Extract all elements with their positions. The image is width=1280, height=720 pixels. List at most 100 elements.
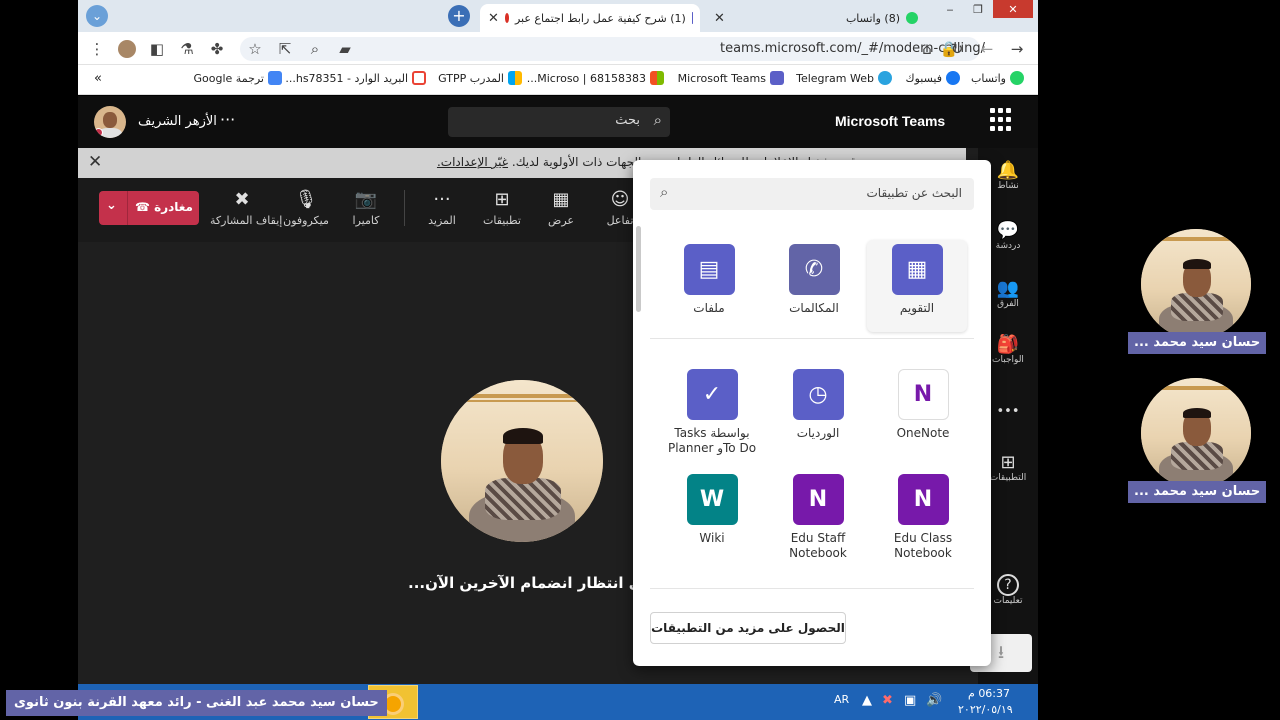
tab-whatsapp[interactable]: (8) واتساب ✕ bbox=[706, 4, 926, 32]
maximize-button[interactable]: ❐ bbox=[964, 0, 992, 18]
bookmark-item[interactable]: واتساب bbox=[971, 71, 1024, 85]
zoom-icon[interactable]: ⌕ bbox=[304, 38, 326, 60]
app-name: التقويم bbox=[899, 301, 935, 315]
bookmark-item[interactable]: Microsoft Teams bbox=[678, 71, 784, 85]
bookmark-item[interactable]: Telegram Web bbox=[796, 71, 892, 85]
app-name: Edu Staff Notebook bbox=[789, 531, 847, 560]
apps-button[interactable]: ⊞ تطبيقات bbox=[470, 188, 534, 227]
notebook-icon: N bbox=[897, 474, 949, 525]
stop-share-icon: ✖ bbox=[234, 189, 250, 210]
app-name: ملفات bbox=[693, 301, 725, 315]
view-button[interactable]: ▦ عرض bbox=[529, 188, 593, 227]
home-icon[interactable]: ⌂ bbox=[916, 38, 938, 60]
divider bbox=[650, 588, 974, 589]
app-edu-staff-notebook[interactable]: N Edu Staff Notebook bbox=[768, 474, 868, 561]
close-icon[interactable]: ✕ bbox=[88, 152, 102, 172]
status-badge bbox=[94, 128, 103, 137]
browser-menu-icon[interactable]: ⋮ bbox=[86, 38, 108, 60]
tray-display-icon[interactable]: ▣ bbox=[904, 693, 916, 708]
close-tab-icon[interactable]: ✕ bbox=[488, 11, 499, 26]
microsoft-icon bbox=[508, 71, 522, 85]
clock-date[interactable]: ٢٠٢٢/٠٥/١٩ bbox=[958, 703, 1013, 716]
bookmark-item[interactable]: المدرب GTPP bbox=[438, 71, 522, 85]
teams-header: الأزهر الشريف ··· بحث ⌕ Microsoft Teams bbox=[78, 96, 1038, 148]
app-wiki[interactable]: W Wiki bbox=[662, 474, 762, 546]
new-tab-button[interactable]: + bbox=[448, 5, 470, 27]
app-tasks[interactable]: ✓ Tasks بواسطة Planner وTo Do bbox=[662, 369, 762, 456]
bookmark-star-icon[interactable]: ☆ bbox=[244, 38, 266, 60]
input-language[interactable]: AR bbox=[834, 693, 849, 706]
app-launcher-icon[interactable] bbox=[990, 108, 1014, 132]
tray-arrow-icon[interactable]: ▲ bbox=[862, 693, 872, 708]
scrollbar[interactable] bbox=[636, 226, 641, 312]
back-icon[interactable]: → bbox=[1006, 38, 1028, 60]
app-name: Edu Class Notebook bbox=[893, 531, 953, 560]
app-files[interactable]: ▤ ملفات bbox=[659, 244, 759, 316]
facebook-icon bbox=[946, 71, 960, 85]
avatar[interactable] bbox=[94, 106, 126, 138]
more-options-icon[interactable]: ··· bbox=[220, 110, 235, 129]
tab-teams-active[interactable]: (1) شرح كيفية عمل رابط اجتماع عبر ✕ bbox=[480, 4, 700, 32]
apps-icon: ⊞ bbox=[494, 189, 510, 210]
cast-icon[interactable]: ▰ bbox=[334, 38, 356, 60]
apps-search-input[interactable]: ⌕ البحث عن تطبيقات bbox=[650, 178, 974, 210]
browser-tab-bar: ⌄ + (1) شرح كيفية عمل رابط اجتماع عبر ✕ … bbox=[78, 0, 1038, 32]
extensions-icon[interactable]: ✤ bbox=[206, 38, 228, 60]
stop-sharing-button[interactable]: ✖ إيقاف المشاركة bbox=[210, 188, 282, 227]
sidebar-icon[interactable]: ◧ bbox=[146, 38, 168, 60]
tray-volume-icon[interactable]: 🔊 bbox=[926, 693, 942, 708]
settings-link[interactable]: غيّر الإعدادات. bbox=[437, 155, 508, 169]
camera-off-icon: 📷 bbox=[354, 189, 378, 210]
search-label: بحث bbox=[615, 113, 640, 128]
chevron-down-icon[interactable]: ⌄ bbox=[106, 198, 117, 213]
app-onenote[interactable]: N OneNote bbox=[873, 369, 973, 441]
search-input[interactable]: بحث ⌕ bbox=[448, 107, 670, 137]
share-icon[interactable]: ⇱ bbox=[274, 38, 296, 60]
bookmarks-overflow[interactable]: » bbox=[94, 71, 102, 86]
tray-network-icon[interactable]: ✖ bbox=[882, 693, 893, 708]
onenote-icon: N bbox=[897, 369, 949, 420]
omnibox[interactable]: ☆ ⇱ ⌕ ▰ teams.microsoft.com/_#/modern-ca… bbox=[240, 37, 985, 61]
bookmark-item[interactable]: البريد الوارد - hs78351... bbox=[285, 71, 426, 85]
bookmark-item[interactable]: فيسبوك bbox=[906, 71, 960, 85]
bookmark-item[interactable]: 68158383 | Microso... bbox=[527, 71, 664, 85]
leave-label: مغادرة ☎ bbox=[135, 200, 193, 214]
profile-avatar[interactable] bbox=[116, 38, 138, 60]
search-icon: ⌕ bbox=[660, 183, 669, 201]
org-name[interactable]: الأزهر الشريف bbox=[138, 114, 217, 129]
leave-button[interactable]: ⌄ مغادرة ☎ bbox=[99, 191, 199, 225]
bookmark-item[interactable]: ترجمة Google bbox=[194, 71, 282, 85]
close-window-button[interactable]: ✕ bbox=[993, 0, 1033, 18]
app-calendar[interactable]: ▦ التقويم bbox=[867, 240, 967, 332]
app-name: المكالمات bbox=[789, 301, 839, 315]
search-placeholder: البحث عن تطبيقات bbox=[866, 186, 962, 200]
get-more-apps-button[interactable]: الحصول على مزيد من التطبيقات bbox=[650, 612, 846, 644]
search-icon: ⌕ bbox=[653, 111, 662, 129]
forward-icon[interactable]: ← bbox=[976, 38, 998, 60]
more-button[interactable]: ··· المزيد bbox=[410, 188, 474, 227]
participant-video-avatar bbox=[441, 380, 603, 542]
teams-icon bbox=[770, 71, 784, 85]
tab-title: (8) واتساب bbox=[845, 11, 900, 25]
app-edu-class-notebook[interactable]: N Edu Class Notebook bbox=[873, 474, 973, 561]
bookmarks-bar: » واتساب فيسبوك Telegram Web Microsoft T… bbox=[78, 65, 1038, 95]
telegram-icon bbox=[878, 71, 892, 85]
reload-icon[interactable]: ↻ bbox=[946, 38, 968, 60]
app-name: الورديات bbox=[796, 426, 840, 440]
divider bbox=[650, 338, 974, 339]
labs-icon[interactable]: ⚗ bbox=[176, 38, 198, 60]
camera-button[interactable]: 📷 كاميرا bbox=[334, 188, 398, 227]
waiting-message: في انتظار انضمام الآخرين الآن... bbox=[408, 574, 654, 592]
clock-time[interactable]: 06:37 م bbox=[968, 687, 1010, 700]
app-shifts[interactable]: ◷ الورديات bbox=[768, 369, 868, 441]
app-name: OneNote bbox=[896, 426, 950, 440]
close-tab-icon[interactable]: ✕ bbox=[714, 11, 725, 26]
minimize-button[interactable]: ‒ bbox=[936, 0, 964, 18]
microphone-button[interactable]: 🎙 ميكروفون bbox=[274, 188, 338, 227]
file-icon: ▤ bbox=[683, 244, 735, 295]
tab-search-icon[interactable]: ⌄ bbox=[86, 5, 108, 27]
app-calls[interactable]: ✆ المكالمات bbox=[764, 244, 864, 316]
notebook-icon: N bbox=[792, 474, 844, 525]
participant-thumbnail bbox=[1141, 229, 1251, 339]
app-title: Microsoft Teams bbox=[835, 113, 946, 129]
